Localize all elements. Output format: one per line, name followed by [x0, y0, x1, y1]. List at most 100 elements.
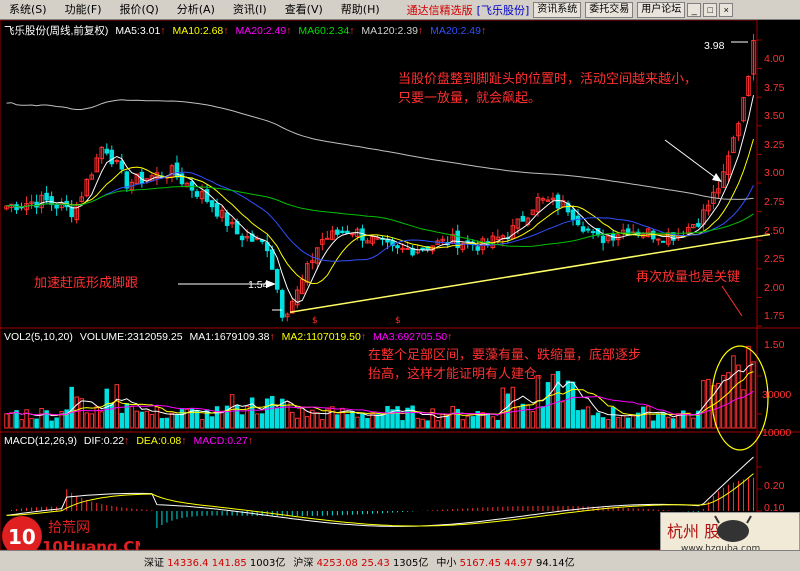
menu-analysis[interactable]: 分析(A): [168, 0, 224, 20]
menu-info[interactable]: 资讯(I): [224, 0, 276, 20]
volume-bar: [295, 417, 300, 429]
volume-bar: [209, 416, 215, 429]
volume-bar: [249, 397, 255, 429]
volume-bar: [465, 415, 470, 429]
volume-bar: [320, 419, 325, 429]
candle-body: [570, 209, 576, 220]
price-tick-label: 2.75: [764, 196, 785, 208]
close-icon[interactable]: ×: [719, 2, 734, 17]
volume-bar: [585, 406, 591, 429]
candle-body: [44, 192, 49, 201]
volume-bar: [595, 412, 601, 429]
volume-bar: [305, 416, 310, 429]
high-price-label: 3.98: [704, 40, 725, 52]
macd-value: MACD:0.27: [193, 435, 248, 447]
volume-bar: [520, 403, 526, 429]
volume-bar: [580, 409, 586, 429]
status-shenzhen[interactable]: 深证 14336.4 141.85 1003亿: [140, 554, 289, 569]
info-system-button[interactable]: 资讯系统: [533, 1, 582, 18]
price-tick-label: 2.00: [764, 281, 785, 294]
volume-bar: [445, 416, 450, 429]
menu-function[interactable]: 功能(F): [56, 0, 111, 20]
volume-bar: [179, 408, 185, 429]
volume-bar: [500, 387, 506, 429]
volume-bar: [259, 413, 265, 429]
volume-bar: [400, 420, 405, 429]
volume-bar: [54, 417, 59, 429]
menu-help[interactable]: 帮助(H): [332, 0, 389, 20]
candle-body: [395, 245, 400, 249]
menu-quote[interactable]: 报价(Q): [111, 0, 168, 20]
volume-bar: [89, 413, 94, 429]
vol-ma2: MA2:1107019.50: [281, 331, 361, 343]
menu-view[interactable]: 查看(V): [276, 0, 332, 20]
candle-body: [405, 247, 410, 250]
volume-bar: [385, 406, 390, 429]
menu-system[interactable]: 系统(S): [0, 0, 56, 20]
volume-bar: [154, 406, 160, 429]
volume-bar: [159, 418, 165, 429]
volume-bar: [666, 416, 671, 429]
candle-body: [224, 212, 230, 226]
annotation-foot-volume: 在整个足部区间，要藻有量、跌缩量，底部逐步抬高，这样才能证明有人建仓。: [368, 348, 642, 382]
volume-bar: [565, 380, 571, 429]
volume-bar: [355, 416, 360, 429]
top-arrow: [664, 139, 717, 179]
volume-bar: [640, 406, 646, 429]
volume-bar: [9, 412, 14, 429]
status-zxb[interactable]: 中小 5167.45 44.97 94.14亿: [432, 554, 578, 569]
volume-bar: [29, 418, 34, 429]
volume-bar: [219, 410, 225, 429]
volume-bar: [114, 384, 120, 429]
volume-bar: [691, 417, 696, 429]
candle-body: [475, 246, 481, 251]
volume-bar: [74, 396, 79, 429]
volume-bar: [655, 414, 661, 429]
price-tick-label: 2.50: [764, 224, 785, 237]
volume-bar: [515, 406, 521, 429]
volume-bar: [144, 410, 150, 429]
volume-bar: [214, 406, 220, 429]
status-hushen[interactable]: 沪深 4253.08 25.43 1305亿: [289, 554, 432, 569]
watermark-left-sub: 拾荒网: [48, 520, 90, 536]
volume-bar: [425, 420, 430, 429]
app-title: 通达信精选版: [406, 3, 473, 17]
volume-header: VOL2(5,10,20) VOLUME:2312059.25 MA1:1679…: [4, 331, 453, 343]
volume-bar: [204, 409, 210, 429]
candle-body: [69, 206, 74, 218]
volume-bar: [450, 405, 455, 429]
candle-body: [575, 215, 581, 226]
volume-bar: [199, 419, 205, 429]
volume-bar: [19, 419, 24, 429]
volume-bar: [194, 409, 200, 429]
candle-body: [660, 240, 666, 243]
volume-bar: [4, 413, 9, 429]
maximize-icon[interactable]: □: [703, 2, 718, 17]
candle-body: [214, 202, 220, 217]
volume-bar: [495, 419, 501, 429]
volume-bar: [350, 410, 355, 429]
volume-bar: [109, 402, 115, 429]
volume-tick-label: 30000: [762, 389, 792, 401]
volume-bar: [24, 409, 29, 429]
annotation-top: 当股价盘整到脚趾头的位置时，活动空间越来越小，只要一放量，就会飙起。: [398, 72, 698, 106]
volume-bar: [600, 417, 606, 429]
vol-ma1: MA1:1679109.38: [189, 331, 270, 343]
minimize-icon[interactable]: _: [687, 2, 702, 17]
candle-body: [279, 290, 285, 318]
candle-body: [189, 181, 195, 191]
trade-button[interactable]: 委托交易: [585, 1, 634, 18]
forum-button[interactable]: 用户论坛: [637, 1, 686, 18]
volume-bar: [415, 417, 420, 429]
candle-body: [420, 247, 425, 250]
chart-area[interactable]: $ $ 飞乐股份(周线,前复权) MA5:3.01↑ MA10:2.68↑ MA2…: [0, 19, 800, 571]
macd-header: MACD(12,26,9) DIF:0.22↑ DEA:0.08↑ MACD:0…: [4, 435, 253, 447]
marker-s2: $: [395, 316, 401, 326]
volume-bar: [470, 416, 476, 429]
candle-body: [209, 200, 215, 208]
volume-bar: [485, 413, 491, 429]
volume-bar: [84, 412, 89, 429]
stock-tab[interactable]: [飞乐股份]: [477, 2, 530, 18]
volume-bar: [490, 416, 496, 429]
volume-bar: [746, 345, 751, 429]
